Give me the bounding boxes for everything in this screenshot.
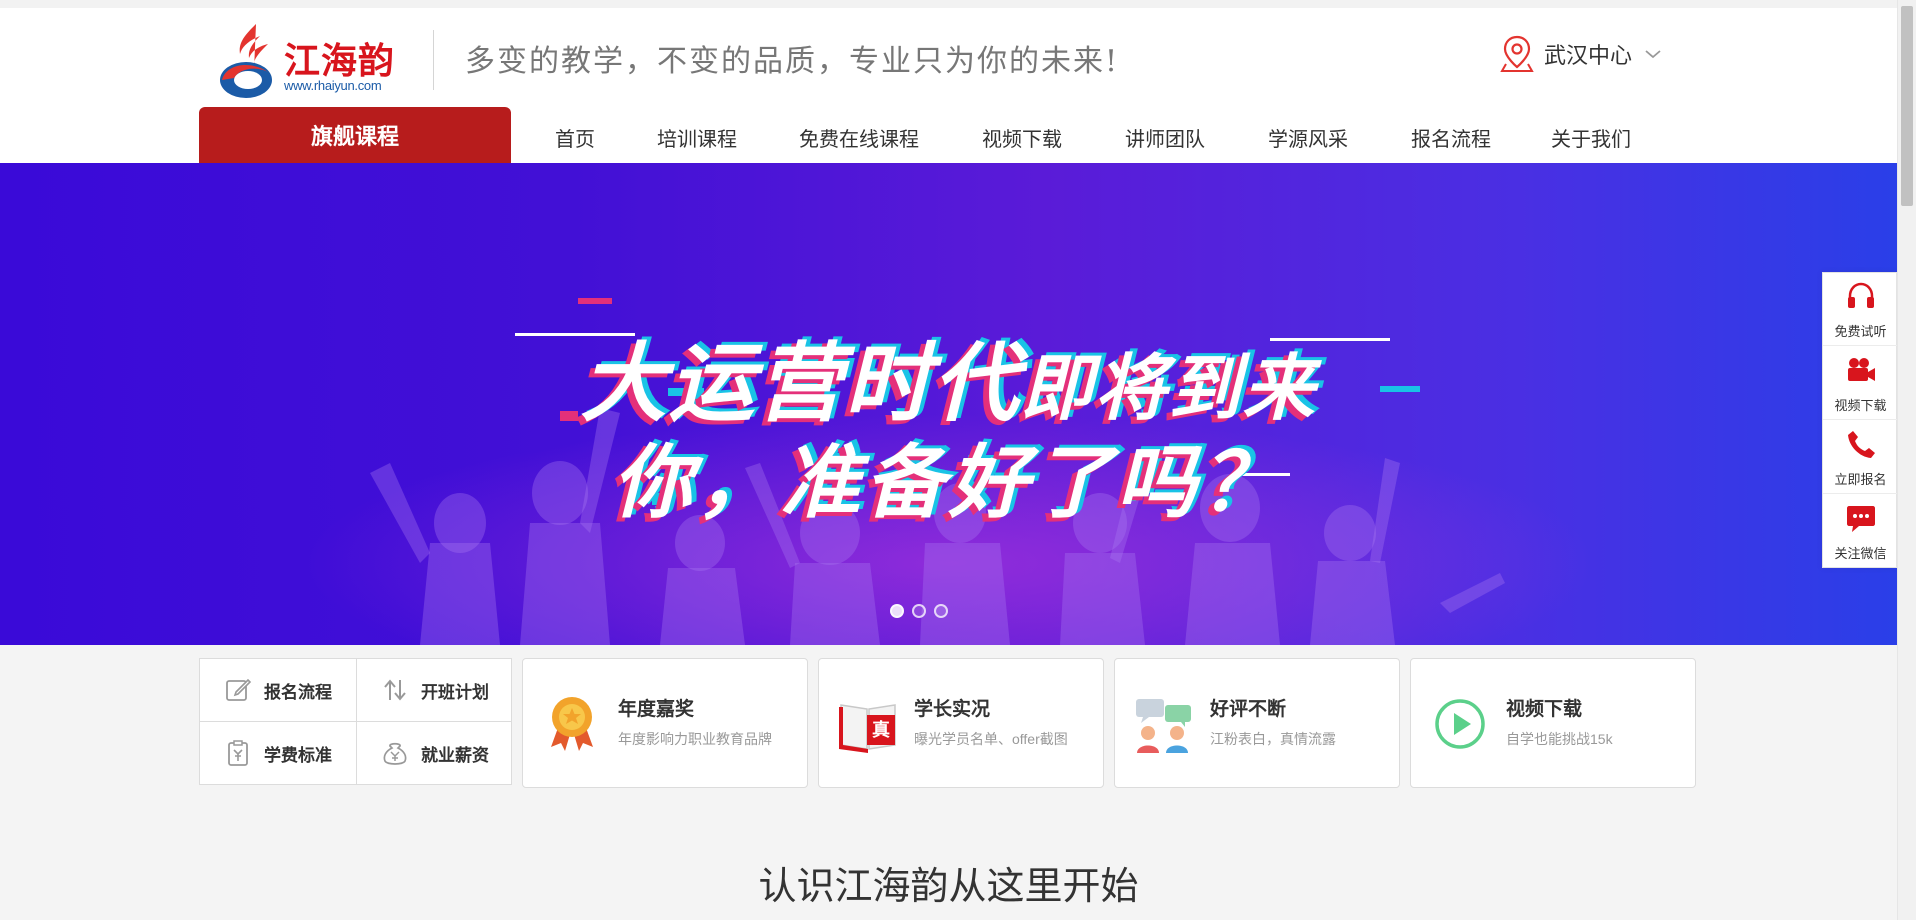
sidebar-item-free-trial[interactable]: 免费试听 [1823, 273, 1898, 346]
quick-link-label: 开班计划 [421, 682, 489, 702]
card-title: 好评不断 [1210, 699, 1287, 720]
book-icon: 真 [839, 704, 896, 753]
medal-icon [551, 697, 593, 751]
logo[interactable]: 江海韵 www.rhaiyun.com [216, 20, 406, 105]
play-icon [1435, 699, 1485, 749]
slogan: 多变的教学，不变的品质，专业只为你的未来! [465, 44, 1120, 79]
quick-links-grid: 报名流程 开班计划 学费标准 就业薪资 [199, 658, 512, 785]
chevron-down-icon [1645, 50, 1661, 59]
card-title: 年度嘉奖 [618, 699, 695, 720]
nav-item-students[interactable]: 学源风采 [1268, 123, 1348, 152]
nav-item-teachers[interactable]: 讲师团队 [1125, 123, 1205, 152]
chat-people-icon [1136, 699, 1191, 753]
quick-link-salary[interactable]: 就业薪资 [357, 722, 513, 784]
video-camera-icon [1848, 358, 1875, 381]
sidebar-item-label: 立即报名 [1834, 472, 1887, 487]
nav-item-free-online[interactable]: 免费在线课程 [799, 123, 919, 152]
edit-icon [226, 678, 252, 701]
sidebar-item-video-download[interactable]: 视频下载 [1823, 347, 1898, 420]
deco-bar [578, 298, 612, 304]
book-badge-text: 真 [872, 719, 890, 741]
banner-headline-2: 你，准备好了吗？ [612, 436, 1285, 529]
card-title: 视频下载 [1506, 699, 1583, 720]
logo-swirl-icon [220, 24, 272, 98]
main-nav: 旗舰课程 首页 培训课程 免费在线课程 视频下载 讲师团队 学源风采 报名流程 … [199, 107, 1699, 163]
scrollbar-thumb[interactable] [1901, 6, 1913, 206]
location-pin-icon [1500, 35, 1534, 72]
nav-item-home[interactable]: 首页 [555, 123, 595, 152]
headphones-icon [1848, 282, 1874, 308]
carousel-dots [890, 604, 948, 618]
quick-link-class-schedule[interactable]: 开班计划 [357, 659, 513, 721]
sidebar-item-follow-wechat[interactable]: 关注微信 [1823, 495, 1898, 568]
nav-item-enroll-process[interactable]: 报名流程 [1411, 123, 1491, 152]
nav-flagship-courses[interactable]: 旗舰课程 [199, 107, 511, 163]
section-title: 认识江海韵从这里开始 [758, 866, 1139, 908]
sidebar-item-label: 关注微信 [1834, 546, 1887, 561]
up-down-arrows-icon [384, 679, 406, 701]
clipboard-yen-icon [228, 740, 248, 766]
logo-name: 江海韵 [284, 40, 396, 82]
logo-divider [433, 30, 434, 90]
sidebar-item-label: 视频下载 [1834, 398, 1887, 413]
card-subtitle: 江粉表白，真情流露 [1210, 731, 1336, 747]
card-subtitle: 曝光学员名单、offer截图 [914, 731, 1068, 747]
money-bag-icon [383, 742, 407, 765]
location-text: 武汉中心 [1544, 43, 1633, 68]
nav-item-video-download[interactable]: 视频下载 [982, 123, 1062, 152]
floating-sidebar: 免费试听 视频下载 立即报名 关注微信 [1822, 272, 1898, 568]
sidebar-item-label: 免费试听 [1834, 324, 1887, 339]
card-subtitle: 自学也能挑战15k [1506, 731, 1613, 747]
quick-link-label: 就业薪资 [421, 745, 489, 765]
location-selector[interactable]: 武汉中心 [1500, 34, 1662, 74]
card-title: 学长实况 [914, 699, 991, 720]
quick-link-enroll-process[interactable]: 报名流程 [200, 659, 356, 721]
quick-link-label: 报名流程 [264, 682, 332, 702]
top-strip [0, 0, 1897, 8]
carousel-dot-3[interactable] [934, 604, 948, 618]
sidebar-item-enroll-now[interactable]: 立即报名 [1823, 421, 1898, 494]
quick-link-tuition[interactable]: 学费标准 [200, 722, 356, 784]
vertical-scrollbar[interactable] [1897, 0, 1916, 920]
nav-item-training[interactable]: 培训课程 [657, 123, 737, 152]
chat-bubble-icon [1847, 506, 1875, 532]
quick-link-label: 学费标准 [264, 745, 332, 765]
card-subtitle: 年度影响力职业教育品牌 [618, 731, 772, 747]
card-video-download[interactable]: 视频下载 自学也能挑战15k [1410, 658, 1696, 788]
card-good-reviews[interactable]: 好评不断 江粉表白，真情流露 [1114, 658, 1400, 788]
nav-item-about[interactable]: 关于我们 [1551, 123, 1631, 152]
carousel-dot-1[interactable] [890, 604, 904, 618]
card-annual-award[interactable]: 年度嘉奖 年度影响力职业教育品牌 [522, 658, 808, 788]
logo-url: www.rhaiyun.com [284, 78, 382, 93]
card-senior-reality[interactable]: 真 学长实况 曝光学员名单、offer截图 [818, 658, 1104, 788]
hero-banner[interactable]: 大运营时代即将到来 你，准备好了吗？ [0, 163, 1897, 645]
carousel-dot-2[interactable] [912, 604, 926, 618]
phone-icon [1848, 431, 1875, 458]
